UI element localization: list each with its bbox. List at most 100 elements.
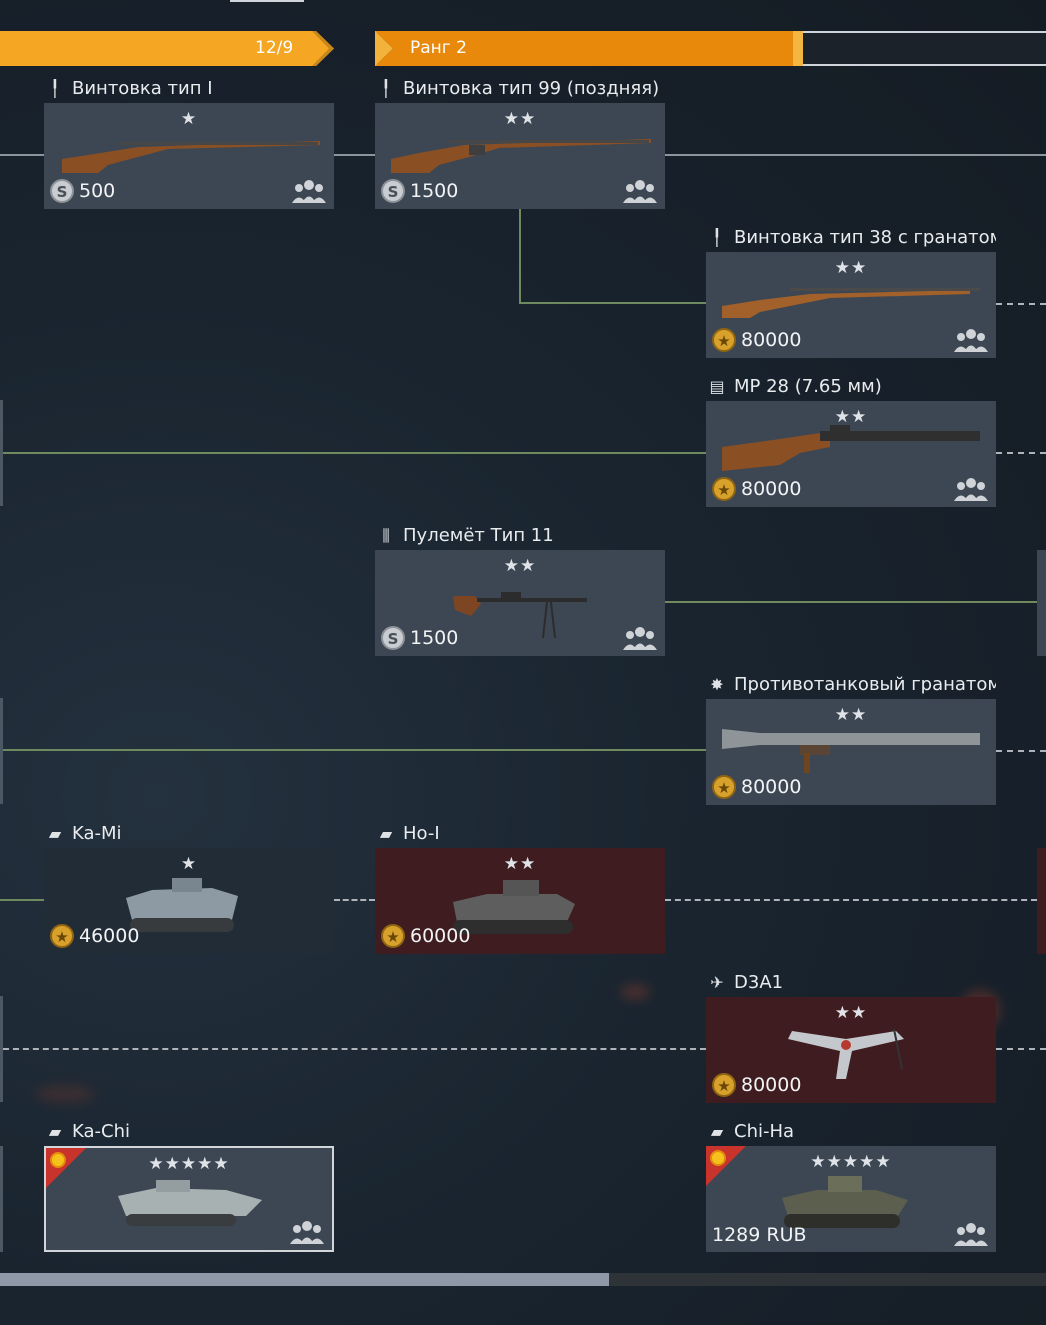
- unit-title: ▰ Ka-Mi: [44, 822, 334, 846]
- price-value: 1289 RUB: [712, 1224, 807, 1246]
- squad-icon: [290, 1221, 324, 1244]
- unit-card-chi-ha[interactable]: ★★★★★ 1289 RUB: [706, 1146, 996, 1252]
- price-value: 80000: [741, 329, 802, 351]
- unit-title: ╿ Винтовка тип I: [44, 77, 334, 101]
- silver-coin-icon: S: [50, 179, 74, 203]
- tree-connector: [519, 209, 521, 304]
- price: 1289 RUB: [712, 1224, 807, 1246]
- price: ★ 60000: [381, 924, 470, 948]
- horizontal-scrollbar-thumb[interactable]: [0, 1273, 609, 1286]
- unit-card-ka-chi[interactable]: ★★★★★: [44, 1146, 334, 1252]
- price-value: 500: [79, 180, 116, 202]
- gold-coin-icon: ★: [712, 477, 736, 501]
- tree-connector-dashed: [3, 1048, 706, 1050]
- star-rating: ★: [180, 109, 198, 129]
- unit-name: D3A1: [734, 972, 784, 993]
- star-rating: ★★: [503, 109, 537, 129]
- gold-coin-icon: ★: [712, 328, 736, 352]
- top-tab-indicator: [230, 0, 304, 2]
- tree-connector-dashed: [665, 899, 1037, 901]
- gold-coin-icon: ★: [381, 924, 405, 948]
- tree-connector: [665, 601, 1037, 603]
- unit-name: Противотанковый гранатом: [734, 674, 996, 695]
- submachine-gun-image: [722, 425, 980, 471]
- gold-coin-icon: ★: [50, 924, 74, 948]
- unit-card-mp28[interactable]: ★★ ★ 80000: [706, 401, 996, 507]
- unit-title: ▤ MP 28 (7.65 мм): [706, 375, 996, 399]
- background-glow: [620, 985, 650, 999]
- tree-connector-dashed: [996, 1048, 1046, 1050]
- unit-title: ╿ Винтовка тип 99 (поздняя): [375, 77, 675, 101]
- unit-card-type-11-machine-gun[interactable]: ★★ S 1500: [375, 550, 665, 656]
- squad-icon: [954, 478, 988, 501]
- rifle-icon: ╿: [50, 79, 60, 98]
- tank-image: [782, 1176, 908, 1228]
- star-rating: ★★: [503, 556, 537, 576]
- rank-label: Ранг 2: [410, 38, 467, 58]
- plane-icon: ✈: [710, 973, 724, 992]
- unit-name: Пулемёт Тип 11: [403, 525, 554, 546]
- star-rating: ★★: [834, 258, 868, 278]
- machine-gun-icon: ⫼: [382, 526, 390, 545]
- tree-connector-dashed: [996, 452, 1046, 454]
- squad-icon: [623, 627, 657, 650]
- price: ★ 46000: [50, 924, 139, 948]
- price-value: 80000: [741, 478, 802, 500]
- price-value: 80000: [741, 776, 802, 798]
- unit-title: ╿ Винтовка тип 38 с гранатом: [706, 226, 996, 250]
- tank-image: [118, 1180, 262, 1226]
- price: ★ 80000: [712, 775, 801, 799]
- tree-connector: [665, 154, 1046, 156]
- unit-card-type-38-grenade-rifle[interactable]: ★★ ★ 80000: [706, 252, 996, 358]
- tank-icon: ▰: [710, 1122, 724, 1141]
- tank-icon: ▰: [48, 1122, 62, 1141]
- tree-connector: [3, 749, 706, 751]
- tree-connector-dashed: [996, 303, 1046, 305]
- gold-coin-icon: ★: [712, 1073, 736, 1097]
- partial-card: [1037, 550, 1046, 656]
- price: ★ 80000: [712, 328, 801, 352]
- tree-connector: [0, 154, 44, 156]
- unit-card-ho-i[interactable]: ★★ ★ 60000: [375, 848, 665, 954]
- tree-connector-dashed: [996, 750, 1046, 752]
- plane-image: [788, 1028, 904, 1079]
- unit-card-type-i-rifle[interactable]: ★ S 500: [44, 103, 334, 209]
- unit-card-antitank-launcher[interactable]: ★★ ★ 80000: [706, 699, 996, 805]
- unit-card-ka-mi[interactable]: ★ ★ 46000: [44, 848, 334, 954]
- price-value: 80000: [741, 1074, 802, 1096]
- tree-connector: [334, 154, 375, 156]
- tank-image: [126, 878, 238, 932]
- unit-title: ✸ Противотанковый гранатом: [706, 673, 996, 697]
- tree-connector: [3, 452, 706, 454]
- tree-connector: [0, 899, 44, 901]
- rifle-icon: ╿: [381, 79, 391, 98]
- price: S 1500: [381, 179, 458, 203]
- background-glow: [35, 1085, 95, 1103]
- star-rating: ★★: [834, 705, 868, 725]
- unit-title: ▰ Ho-I: [375, 822, 665, 846]
- squad-icon: [292, 180, 326, 203]
- unit-name: Ka-Chi: [72, 1121, 130, 1142]
- price-value: 46000: [79, 925, 140, 947]
- unit-name: Винтовка тип 38 с гранатом: [734, 227, 996, 248]
- unit-name: Ho-I: [403, 823, 440, 844]
- unit-name: MP 28 (7.65 мм): [734, 376, 882, 397]
- star-rating: ★★★★★: [810, 1152, 892, 1172]
- rifle-image: [722, 288, 980, 318]
- unit-title: ⫼ Пулемёт Тип 11: [375, 524, 665, 548]
- left-edge-marker: [0, 1146, 3, 1252]
- unit-title: ▰ Chi-Ha: [706, 1120, 996, 1144]
- unit-card-d3a1[interactable]: ★★ ★ 80000: [706, 997, 996, 1103]
- unit-title: ▰ Ka-Chi: [44, 1120, 334, 1144]
- unit-name: Ka-Mi: [72, 823, 122, 844]
- price: ★ 80000: [712, 477, 801, 501]
- unit-card-type-99-rifle[interactable]: ★★ S 1500: [375, 103, 665, 209]
- submachine-gun-icon: ▤: [709, 377, 725, 396]
- price: ★ 80000: [712, 1073, 801, 1097]
- tree-connector-dashed: [334, 899, 375, 901]
- rank-progress-bar-2: [375, 31, 1046, 66]
- tank-icon: ▰: [48, 824, 62, 843]
- left-edge-marker: [0, 698, 3, 804]
- tank-icon: ▰: [379, 824, 393, 843]
- squad-icon: [954, 329, 988, 352]
